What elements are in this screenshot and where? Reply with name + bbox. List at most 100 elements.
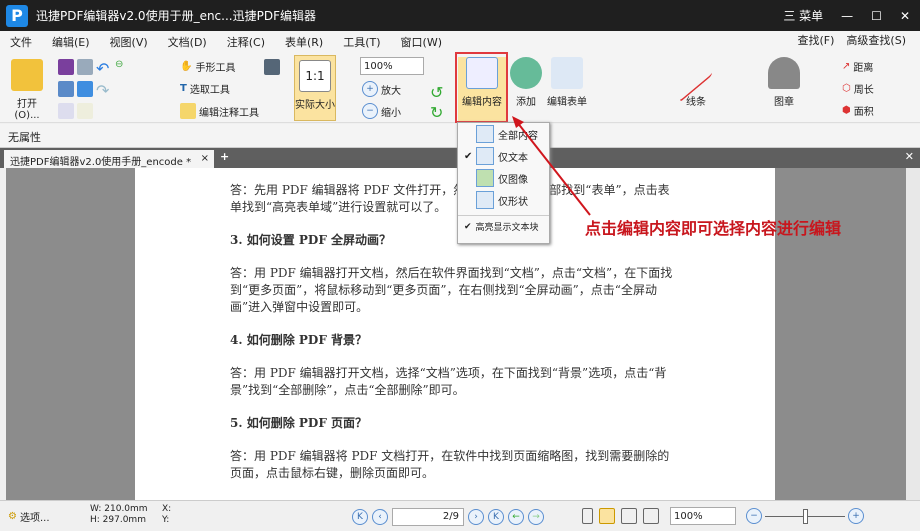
- menu-form[interactable]: 表单(R): [285, 34, 323, 50]
- prev-page-icon[interactable]: ‹: [372, 509, 388, 525]
- zoom-in-icon[interactable]: +: [848, 508, 864, 524]
- page-input[interactable]: 2/9: [392, 508, 464, 526]
- hand-icon: ✋: [180, 61, 193, 72]
- rotate-right-icon[interactable]: ↻: [430, 103, 443, 122]
- distance-tool[interactable]: ↗ 距离: [842, 59, 873, 74]
- export-icon[interactable]: [58, 103, 74, 119]
- back-view-icon[interactable]: ←: [508, 509, 524, 525]
- facing-icon[interactable]: [621, 508, 637, 524]
- menu-tools[interactable]: 工具(T): [343, 34, 380, 50]
- open-button[interactable]: 打开(O)...: [6, 59, 48, 121]
- camera-icon[interactable]: [264, 59, 280, 75]
- menu-item-text-only[interactable]: ✔ 仅文本: [458, 145, 549, 167]
- perimeter-label: 周长: [853, 85, 874, 96]
- close-all-icon[interactable]: ✕: [905, 150, 914, 163]
- save-icon[interactable]: [58, 59, 74, 75]
- edit-form-label: 编辑表单: [547, 97, 587, 108]
- plus-circle-icon: +: [362, 81, 378, 97]
- options-label: 选项...: [19, 513, 50, 524]
- label: 高亮显示文本块: [475, 223, 539, 233]
- menu-item-all-content[interactable]: 全部内容: [458, 123, 549, 145]
- undo-icon[interactable]: ↶: [96, 59, 112, 78]
- maximize-button[interactable]: ☐: [871, 9, 882, 23]
- document-tab[interactable]: 迅捷PDF编辑器v2.0使用手册_encode * ×: [4, 150, 214, 168]
- vertical-scrollbar[interactable]: [906, 168, 920, 500]
- y-coord: Y:: [162, 515, 170, 525]
- menu-button[interactable]: 三 菜单: [783, 7, 823, 24]
- zoom-out-button[interactable]: − 缩小: [362, 103, 401, 119]
- paragraph: 答：用 PDF 编辑器将 PDF 文档打开，在软件中找到页面缩略图，找到需要删除…: [230, 449, 670, 480]
- rotate-left-icon[interactable]: ↺: [430, 83, 443, 102]
- page-width: W: 210.0mm: [90, 504, 148, 514]
- continuous-page-icon[interactable]: [599, 508, 615, 524]
- annot-icon: [180, 103, 196, 119]
- find-button[interactable]: 查找(F): [798, 32, 835, 48]
- close-button[interactable]: ✕: [900, 9, 910, 23]
- status-bar: ⚙ 选项... W: 210.0mm H: 297.0mm X: Y: K ‹ 2/9 …: [0, 500, 920, 531]
- hand-label: 手形工具: [195, 63, 236, 74]
- status-zoom-select[interactable]: 100%: [670, 507, 736, 525]
- zoom-out-icon[interactable]: −: [746, 508, 762, 524]
- menu-file[interactable]: 文件: [10, 34, 32, 50]
- line-icon: [680, 43, 712, 103]
- new-icon[interactable]: [77, 103, 93, 119]
- menu-edit[interactable]: 编辑(E): [52, 34, 90, 50]
- mail-icon[interactable]: [77, 59, 93, 75]
- menu-window[interactable]: 窗口(W): [401, 34, 442, 50]
- edit-content-dropdown: 全部内容 ✔ 仅文本 仅图像 仅形状 ✔ 高亮显示文本块: [457, 122, 550, 244]
- zoom-slider[interactable]: [765, 508, 845, 524]
- area-icon: ⬢: [842, 105, 851, 116]
- minimize-button[interactable]: —: [841, 9, 853, 23]
- redo-icon[interactable]: ↷: [96, 81, 112, 100]
- check-icon: ✔: [464, 150, 473, 162]
- actual-size-button[interactable]: 1:1 实际大小: [294, 55, 336, 121]
- add-button[interactable]: 添加: [508, 57, 544, 108]
- perimeter-icon: ⬡: [842, 83, 851, 94]
- menu-item-image-only[interactable]: 仅图像: [458, 167, 549, 189]
- lines-button[interactable]: 线条: [678, 43, 714, 108]
- zoom-in-button[interactable]: + 放大: [362, 81, 401, 97]
- perimeter-tool[interactable]: ⬡ 周长: [842, 81, 874, 96]
- menu-bar: 文件 编辑(E) 视图(V) 文档(D) 注释(C) 表单(R) 工具(T) 窗…: [0, 31, 920, 53]
- menu-item-shape-only[interactable]: 仅形状: [458, 189, 549, 211]
- paragraph: 答：用 PDF 编辑器打开文档，选择“文档”选项，在下面找到“背景”选项，点击“…: [230, 366, 667, 397]
- label: 仅文本: [498, 152, 528, 164]
- print-icon[interactable]: [58, 81, 74, 97]
- stamp-label: 图章: [774, 97, 794, 108]
- single-page-icon[interactable]: [582, 508, 593, 524]
- edit-form-button[interactable]: 编辑表单: [546, 57, 588, 108]
- stamp-button[interactable]: 图章: [766, 57, 802, 108]
- slider-thumb[interactable]: [803, 508, 808, 524]
- heading: 5. 如何删除 PDF 页面？: [230, 416, 368, 430]
- tab-close-icon[interactable]: ×: [201, 153, 209, 164]
- add-tab-icon[interactable]: +: [220, 150, 229, 163]
- forward-view-icon[interactable]: →: [528, 509, 544, 525]
- label: 全部内容: [498, 130, 538, 142]
- menu-view[interactable]: 视图(V): [110, 34, 148, 50]
- back-icon[interactable]: ⊖: [115, 59, 131, 75]
- minus-circle-icon: −: [362, 103, 378, 119]
- text-only-icon: [476, 147, 494, 165]
- actual-size-label: 实际大小: [295, 100, 335, 111]
- scan-icon[interactable]: [77, 81, 93, 97]
- title-bar: P 迅捷PDF编辑器v2.0使用于册_enc...迅捷PDF编辑器 三 菜单 —…: [0, 0, 920, 31]
- menu-comment[interactable]: 注释(C): [227, 34, 265, 50]
- zoom-out-label: 缩小: [381, 107, 401, 119]
- lines-label: 线条: [686, 97, 706, 108]
- facing-continuous-icon[interactable]: [643, 508, 659, 524]
- next-page-icon[interactable]: ›: [468, 509, 484, 525]
- area-tool[interactable]: ⬢ 面积: [842, 103, 874, 118]
- annot-tool[interactable]: 编辑注释工具: [180, 103, 259, 119]
- image-only-icon: [476, 169, 494, 187]
- add-icon: [510, 57, 542, 89]
- zoom-select[interactable]: 100%: [360, 57, 424, 75]
- advanced-find-button[interactable]: 高级查找(S): [846, 32, 906, 48]
- hand-tool[interactable]: ✋ 手形工具: [180, 59, 235, 74]
- menu-document[interactable]: 文档(D): [168, 34, 207, 50]
- menu-item-highlight-text[interactable]: ✔ 高亮显示文本块: [458, 215, 549, 237]
- select-tool[interactable]: T 选取工具: [180, 81, 230, 96]
- shape-only-icon: [476, 191, 494, 209]
- first-page-icon[interactable]: K: [352, 509, 368, 525]
- last-page-icon[interactable]: K: [488, 509, 504, 525]
- options-button[interactable]: ⚙ 选项...: [8, 509, 50, 524]
